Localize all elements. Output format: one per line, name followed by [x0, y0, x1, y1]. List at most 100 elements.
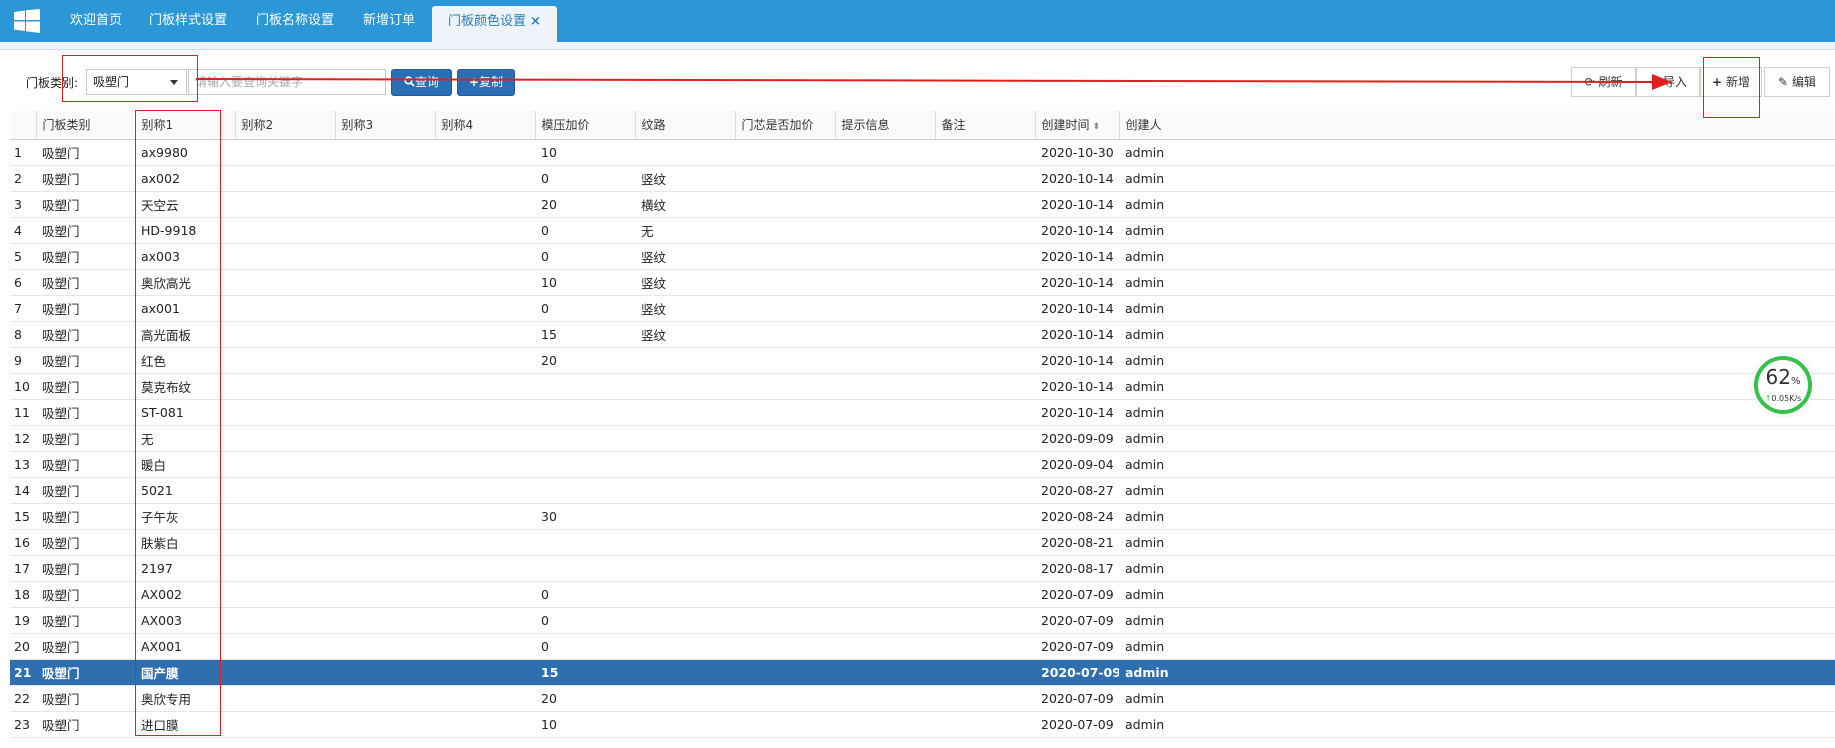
table-row[interactable]: 11 吸塑门 ST-081 2020-10-14 admin [10, 399, 1835, 426]
cell-alias2 [235, 581, 335, 608]
table-row[interactable]: 15 吸塑门 子午灰 30 2020-08-24 admin [10, 503, 1835, 530]
table-header-row: 门板类别 别称1 别称2 别称3 别称4 模压加价 纹路 门芯是否加价 提示信息… [10, 111, 1835, 140]
column-header[interactable]: 门芯是否加价 [735, 111, 836, 140]
column-header[interactable]: 创建人 [1119, 111, 1835, 140]
table-row[interactable]: 12 吸塑门无 2020-09-09 admin [10, 425, 1835, 452]
cell-alias4 [435, 477, 535, 504]
cell-alias4 [435, 529, 535, 556]
cell-remark [935, 633, 1035, 660]
cell-created-time: 2020-10-14 [1035, 243, 1119, 270]
door-category-select[interactable]: 吸塑门 [86, 69, 187, 95]
column-header[interactable]: 别称3 [335, 111, 436, 140]
column-header[interactable]: 别称4 [435, 111, 536, 140]
table-row[interactable]: 13 吸塑门 暖白 2020-09-04 admin [10, 451, 1835, 478]
cell-creator: admin [1119, 191, 1835, 218]
table-row[interactable]: 19 吸塑门 AX003 0 2020-07-09 admin [10, 607, 1835, 634]
table-row[interactable]: 4 吸塑门 HD-9918 0 无 2020-10-14 admin [10, 217, 1835, 244]
cell-remark [935, 503, 1035, 530]
cell-core-price [735, 425, 835, 452]
import-button[interactable]: ⇩ 导入 [1636, 67, 1700, 97]
cell-hint [835, 165, 935, 192]
cell-core-price [735, 659, 835, 686]
table-row[interactable]: 16 吸塑门 肤紫白 2020-08-21 admin [10, 529, 1835, 556]
column-header[interactable]: 备注 [935, 111, 1036, 140]
windows-logo-icon[interactable] [14, 9, 40, 33]
table-row[interactable]: 9 吸塑门 红色 20 2020-10-14 admin [10, 347, 1835, 374]
cell-alias3 [335, 191, 435, 218]
tab-door-color[interactable]: 门板颜色设置 × [432, 6, 557, 42]
cell-remark [935, 217, 1035, 244]
search-input[interactable] [188, 69, 386, 95]
column-header[interactable]: 别称1 [135, 111, 236, 140]
tab-welcome[interactable]: 欢迎首页 [70, 0, 122, 42]
table-row[interactable]: 17 吸塑门 2197 2020-08-17 admin [10, 555, 1835, 582]
cell-remark [935, 659, 1035, 686]
cell-remark [935, 295, 1035, 322]
cell-core-price [735, 451, 835, 478]
column-header[interactable]: 纹路 [635, 111, 736, 140]
door-category-label: 门板类别: [26, 76, 79, 90]
refresh-button[interactable]: ⟳ 刷新 [1571, 67, 1636, 97]
cell-alias3 [335, 633, 435, 660]
table-row[interactable]: 6 吸塑门 奥欣高光 10 竖纹 2020-10-14 admin [10, 269, 1835, 296]
cell-category: 吸塑门 [36, 477, 135, 504]
plus-icon: + [468, 75, 480, 89]
cell-core-price [735, 321, 835, 348]
table-row[interactable]: 14 吸塑门 5021 2020-08-27 admin [10, 477, 1835, 504]
cell-core-price [735, 139, 835, 166]
cell-alias4 [435, 217, 535, 244]
cell-remark [935, 425, 1035, 452]
cell-hint [835, 399, 935, 426]
tab-door-name[interactable]: 门板名称设置 [256, 0, 334, 42]
column-header[interactable]: 模压加价 [535, 111, 636, 140]
cell-created-time: 2020-08-27 [1035, 477, 1119, 504]
cell-alias3 [335, 685, 435, 712]
cell-alias2 [235, 607, 335, 634]
cell-mold-price [535, 555, 635, 582]
tab-door-style[interactable]: 门板样式设置 [149, 0, 227, 42]
table-row[interactable]: 1 吸塑门 ax9980 10 2020-10-30 admin [10, 139, 1835, 166]
table-row[interactable]: 10 吸塑门 莫克布纹 2020-10-14 admin [10, 373, 1835, 400]
column-header[interactable]: 提示信息 [835, 111, 936, 140]
table-row[interactable]: 22 吸塑门 奥欣专用 20 2020-07-09 admin [10, 685, 1835, 712]
cell-hint [835, 295, 935, 322]
created-time-label: 创建时间 [1041, 118, 1090, 133]
edit-button[interactable]: ✎ 编辑 [1764, 67, 1830, 97]
table-row[interactable]: 23 吸塑门 进口膜 10 2020-07-09 admin [10, 711, 1835, 738]
table-row[interactable]: 20 吸塑门 AX001 0 2020-07-09 admin [10, 633, 1835, 660]
add-button[interactable]: + 新增 [1700, 67, 1762, 97]
cell-creator: admin [1119, 477, 1835, 504]
cell-creator: admin [1119, 373, 1835, 400]
column-header[interactable]: 别称2 [235, 111, 336, 140]
cell-alias1: ax003 [135, 243, 235, 270]
table-row[interactable]: 2 吸塑门 ax002 0 竖纹 2020-10-14 admin [10, 165, 1835, 192]
query-button[interactable]: 查询 [391, 69, 452, 96]
cell-alias2 [235, 555, 335, 582]
table-row[interactable]: 5 吸塑门 ax003 0 竖纹 2020-10-14 admin [10, 243, 1835, 270]
cell-core-price [735, 399, 835, 426]
cell-grain: 竖纹 [635, 321, 735, 348]
cell-core-price [735, 269, 835, 296]
cell-created-time: 2020-08-17 [1035, 555, 1119, 582]
table-row[interactable]: 7 吸塑门 ax001 0 竖纹 2020-10-14 admin [10, 295, 1835, 322]
table-row[interactable]: 8 吸塑门 高光面板 15 竖纹 2020-10-14 admin [10, 321, 1835, 348]
sort-icon[interactable]: ⬍ [1093, 122, 1101, 132]
cell-mold-price: 20 [535, 191, 635, 218]
table-row[interactable]: 3 吸塑门 天空云 20 横纹 2020-10-14 admin [10, 191, 1835, 218]
cell-core-price [735, 165, 835, 192]
cell-hint [835, 555, 935, 582]
cell-remark [935, 581, 1035, 608]
close-icon[interactable]: × [530, 14, 541, 29]
cell-created-time: 2020-10-14 [1035, 217, 1119, 244]
column-header[interactable]: 门板类别 [36, 111, 136, 140]
cell-category: 吸塑门 [36, 633, 135, 660]
column-header-created-time[interactable]: 创建时间 ⬍ [1035, 111, 1120, 140]
cell-alias4 [435, 451, 535, 478]
cell-alias1: 高光面板 [135, 321, 235, 348]
cell-created-time: 2020-07-09 [1035, 711, 1119, 738]
table-row[interactable]: 18 吸塑门 AX002 0 2020-07-09 admin [10, 581, 1835, 608]
table-row[interactable]: 21 吸塑门 国产膜 15 2020-07-09 admin [10, 659, 1835, 686]
tab-new-order[interactable]: 新增订单 [363, 0, 415, 42]
cell-mold-price: 0 [535, 165, 635, 192]
copy-button[interactable]: +复制 [457, 69, 515, 96]
